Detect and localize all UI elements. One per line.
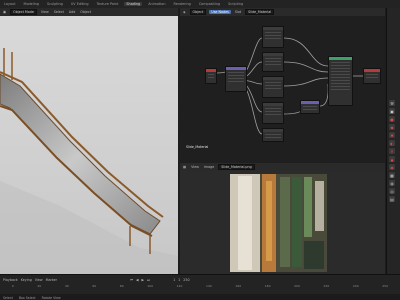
material-select[interactable]: Slide_Material [245, 9, 275, 15]
view-layer-icon[interactable]: ▤ [389, 196, 395, 202]
ruler-tick-label: 120 [176, 284, 183, 288]
timeline-controls: Playback Keying View Marker ⏮ ◀ ▶ ⏭ 1 1 … [0, 276, 400, 283]
material-icon[interactable]: ◉ [389, 164, 395, 170]
modifier-icon[interactable]: ◆ [389, 124, 395, 130]
ruler-tick-label: 80 [119, 284, 124, 288]
image-texture-node[interactable] [262, 52, 284, 72]
ruler-tick-label: 40 [64, 284, 69, 288]
particles-icon[interactable]: ✱ [389, 132, 395, 138]
workspace-tab[interactable]: Sculpting [45, 2, 65, 6]
physics-icon[interactable]: ◐ [389, 140, 395, 146]
texcoord-node[interactable] [205, 68, 217, 84]
ruler-tick-label: 60 [92, 284, 97, 288]
play-reverse-button[interactable]: ◀ [136, 278, 139, 282]
ruler-tick-label: 140 [206, 284, 212, 288]
ruler-tick-label: 240 [352, 284, 359, 288]
slot-select[interactable]: Slot [234, 10, 242, 14]
workspace-tab[interactable]: Animation [146, 2, 167, 6]
image-texture-node[interactable] [262, 128, 284, 142]
workspace-tab[interactable]: Compositing [197, 2, 222, 6]
material-output-node[interactable] [363, 68, 381, 84]
node-editor-header: ◈ Object Use Nodes Slot Slide_Material [180, 8, 385, 16]
texture-image [230, 174, 327, 272]
material-name-label: Slide_Material [186, 145, 209, 149]
ruler-tick-label: 180 [264, 284, 271, 288]
workspace-tab[interactable]: UV Editing [69, 2, 91, 6]
object-menu[interactable]: Object [79, 10, 92, 14]
principled-bsdf-node[interactable] [328, 56, 353, 106]
render-icon[interactable]: ▣ [389, 108, 395, 114]
workspace-tab[interactable]: Modeling [22, 2, 41, 6]
keying-menu[interactable]: Keying [21, 278, 32, 282]
scene-icon[interactable]: ◎ [389, 188, 395, 194]
ruler-tick-label: 0 [11, 284, 14, 288]
status-rotate-view: Rotate View [41, 295, 61, 300]
view-menu[interactable]: View [190, 165, 200, 169]
workspace-tab[interactable]: Shading [124, 2, 143, 6]
constraint-icon[interactable]: ⚲ [389, 148, 395, 154]
view-menu[interactable]: View [40, 10, 50, 14]
tool-icon[interactable]: ⚒ [389, 100, 395, 106]
workspace-tab[interactable]: Texture Paint [95, 2, 121, 6]
image-editor-header: ▦ View Image Slide_Material.png [180, 163, 385, 171]
status-bar: Select Box Select Rotate View [0, 294, 400, 300]
image-texture-node[interactable] [262, 102, 284, 124]
jump-end-button[interactable]: ⏭ [147, 278, 150, 282]
ruler-tick-label: 100 [147, 284, 153, 288]
workspace-tabbar: Layout Modeling Sculpting UV Editing Texture… [0, 0, 400, 8]
object-select[interactable]: Object [189, 9, 207, 15]
area-divider [180, 153, 385, 163]
shader-node-editor[interactable]: Slide_Material [180, 16, 385, 153]
world-icon[interactable]: ◍ [389, 180, 395, 186]
playback-menu[interactable]: Playback [3, 278, 18, 282]
workspace-tab[interactable]: Scripting [226, 2, 245, 6]
select-menu[interactable]: Select [53, 10, 65, 14]
image-texture-node[interactable] [262, 76, 284, 98]
slide-model [0, 48, 178, 274]
add-menu[interactable]: Add [68, 10, 76, 14]
ruler-tick-label: 20 [37, 284, 42, 288]
current-frame-field[interactable]: 1 [173, 278, 175, 282]
image-select[interactable]: Slide_Material.png [218, 164, 255, 170]
viewport-header: ▣ Object Mode View Select Add Object [0, 8, 178, 16]
image-editor[interactable] [180, 171, 385, 274]
ruler-tick-label: 220 [323, 284, 330, 288]
3d-viewport[interactable] [0, 16, 178, 274]
workspace-tab[interactable]: Rendering [171, 2, 192, 6]
ruler-tick-label: 250 [382, 284, 388, 288]
editor-type-icon[interactable]: ◈ [182, 10, 187, 14]
normal-map-node[interactable] [300, 100, 320, 114]
workspace-tab[interactable]: Layout [2, 2, 18, 6]
texture-icon[interactable]: ▦ [389, 172, 395, 178]
timeline[interactable]: Playback Keying View Marker ⏮ ◀ ▶ ⏭ 1 1 … [0, 274, 400, 300]
play-button[interactable]: ▶ [142, 278, 145, 282]
mapping-node[interactable] [225, 66, 247, 92]
ruler-tick-label: 200 [294, 284, 300, 288]
mode-select[interactable]: Object Mode [10, 9, 37, 15]
status-select: Select [3, 295, 13, 300]
editor-type-icon[interactable]: ▣ [2, 10, 7, 14]
image-texture-node[interactable] [262, 26, 284, 48]
use-nodes-toggle[interactable]: Use Nodes [209, 10, 231, 14]
view-menu[interactable]: View [35, 278, 43, 282]
end-frame-field[interactable]: 250 [183, 278, 189, 282]
data-icon[interactable]: ▲ [389, 156, 395, 162]
image-menu[interactable]: Image [203, 165, 215, 169]
marker-menu[interactable]: Marker [46, 278, 57, 282]
object-icon[interactable]: ● [389, 116, 395, 122]
timeline-ruler[interactable]: 0 20 40 60 80 100 120 140 160 180 200 220 240 250 [0, 284, 400, 290]
status-box-select: Box Select [18, 295, 36, 300]
properties-sidebar: ⚒ ▣ ● ◆ ✱ ◐ ⚲ ▲ ◉ ▦ ◍ ◎ ▤ [386, 8, 400, 274]
editor-type-icon[interactable]: ▦ [182, 165, 187, 169]
jump-start-button[interactable]: ⏮ [130, 278, 133, 282]
start-frame-field[interactable]: 1 [178, 278, 180, 282]
ruler-tick-label: 160 [235, 284, 242, 288]
